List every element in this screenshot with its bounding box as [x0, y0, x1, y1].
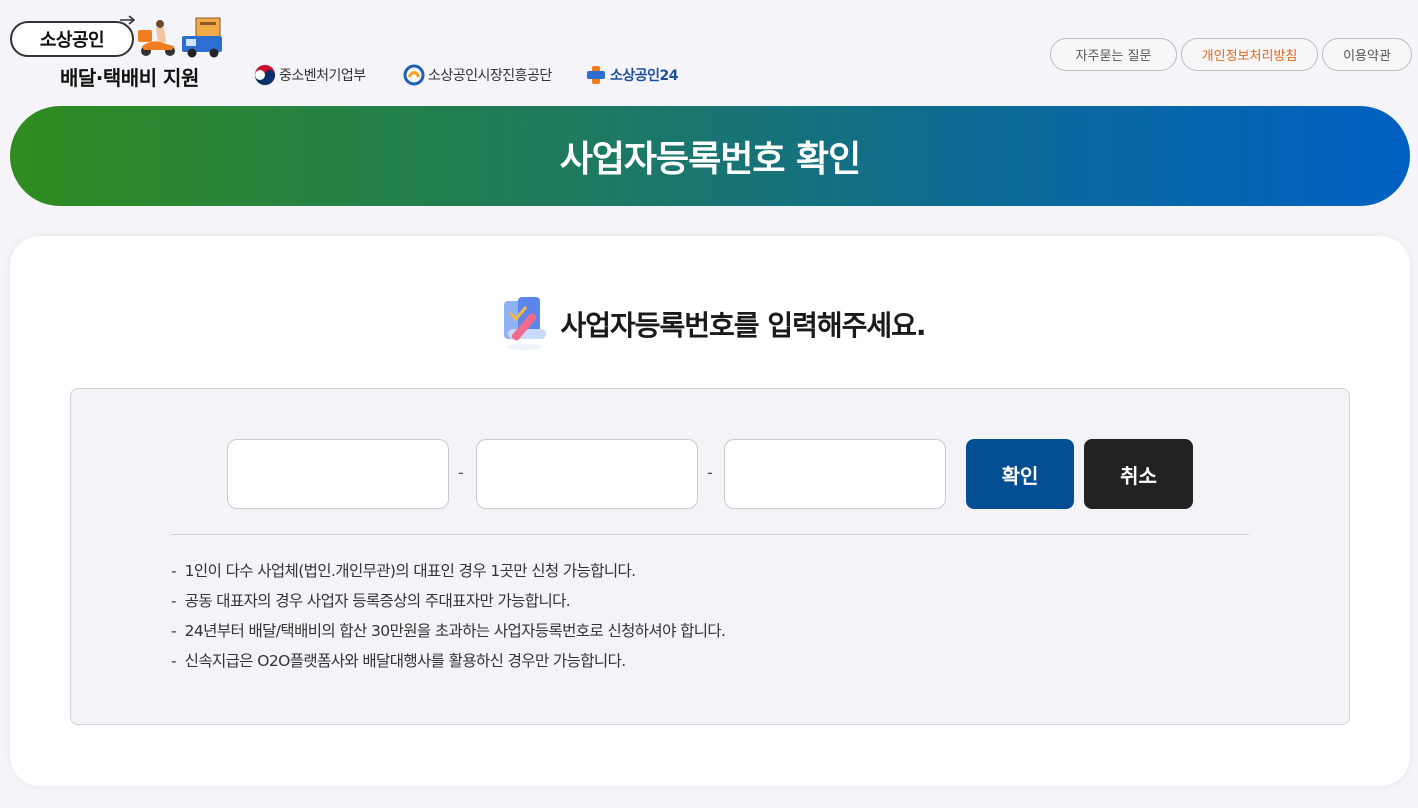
gov-emblem-icon — [254, 64, 276, 86]
sosang24-logo-icon — [587, 66, 605, 84]
notice-item: 신속지급은 O2O플랫폼사와 배달대행사를 활용하신 경우만 가능합니다. — [171, 646, 725, 676]
notice-item: 공동 대표자의 경우 사업자 등록증상의 주대표자만 가능합니다. — [171, 586, 725, 616]
business-number-part3-input[interactable] — [724, 439, 946, 509]
document-pencil-icon — [504, 297, 547, 350]
cancel-button[interactable]: 취소 — [1084, 439, 1193, 509]
notice-item: 24년부터 배달/택배비의 합산 30만원을 초과하는 사업자등록번호로 신청하… — [171, 616, 726, 646]
business-number-form: - - 확인 취소 1인이 다수 사업체(법인.개인무관)의 대표인 경우 1곳… — [70, 388, 1350, 725]
logo-main: 소상공인 — [10, 21, 134, 57]
semas-logo-icon — [403, 64, 425, 86]
form-divider — [171, 534, 1249, 535]
page-title: 사업자등록번호 확인 — [559, 139, 862, 180]
separator-2: - — [707, 463, 713, 482]
card-heading: 사업자등록번호를 입력해주세요. — [10, 294, 1410, 354]
delivery-truck-icon — [138, 17, 222, 58]
top-links: 자주묻는 질문 개인정보처리방침 이용약관 — [1050, 38, 1412, 71]
main-card: 사업자등록번호를 입력해주세요. - - 확인 취소 1인이 다수 사업체(법인… — [10, 236, 1410, 786]
business-number-part1-input[interactable] — [227, 439, 449, 509]
notice-item: 1인이 다수 사업체(법인.개인무관)의 대표인 경우 1곳만 신청 가능합니다… — [171, 556, 725, 586]
card-heading-text: 사업자등록번호를 입력해주세요. — [560, 309, 926, 342]
logo-arrow-icon — [120, 15, 136, 25]
partner-sosang24-label: 소상공인24 — [610, 68, 679, 84]
partner-semas[interactable]: 소상공인시장진흥공단 — [403, 64, 552, 86]
header: 소상공인 배달·택배비 지원 중소벤처기업부 소상공인시장진흥공단 소상공인24… — [0, 0, 1418, 100]
logo-subtitle: 배달·택배비 지원 — [60, 66, 199, 90]
partner-mss-label: 중소벤처기업부 — [279, 68, 366, 84]
delivery-scooter-icon — [138, 20, 175, 56]
partner-mss[interactable]: 중소벤처기업부 — [254, 64, 366, 86]
page-banner: 사업자등록번호 확인 — [10, 106, 1410, 206]
terms-link[interactable]: 이용약관 — [1322, 38, 1412, 71]
business-number-part2-input[interactable] — [476, 439, 698, 509]
partner-sosang24[interactable]: 소상공인24 — [585, 64, 679, 86]
privacy-policy-link[interactable]: 개인정보처리방침 — [1181, 38, 1318, 71]
confirm-button[interactable]: 확인 — [966, 439, 1074, 509]
notice-list: 1인이 다수 사업체(법인.개인무관)의 대표인 경우 1곳만 신청 가능합니다… — [171, 556, 726, 676]
faq-link[interactable]: 자주묻는 질문 — [1050, 38, 1177, 71]
separator-1: - — [458, 463, 464, 482]
partner-semas-label: 소상공인시장진흥공단 — [428, 68, 552, 84]
